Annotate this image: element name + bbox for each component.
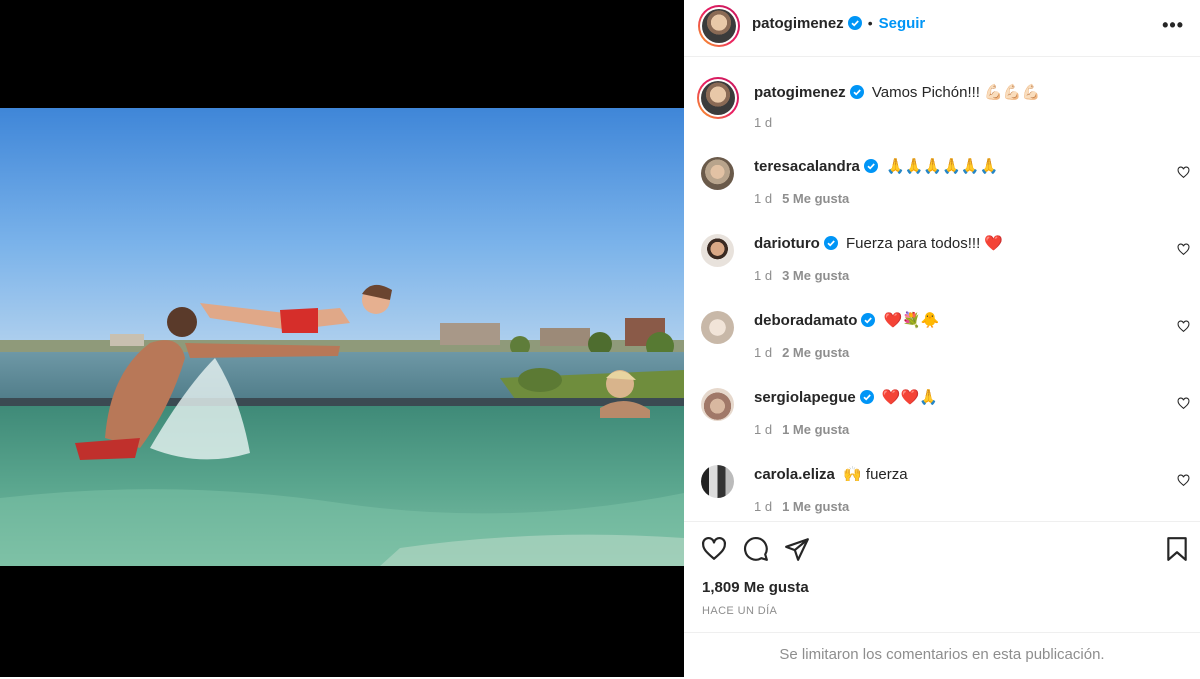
commenter-avatar[interactable] bbox=[701, 388, 734, 421]
comment-text: Fuerza para todos!!! ❤️ bbox=[846, 235, 1004, 252]
heart-icon[interactable] bbox=[701, 536, 727, 562]
comment-username[interactable]: darioturo bbox=[754, 235, 820, 252]
verified-icon bbox=[847, 16, 862, 35]
post-actions: 1,809 Me gusta HACE UN DÍA Se limitaron … bbox=[684, 521, 1200, 678]
comment-text: 🙌 fuerza bbox=[843, 466, 908, 483]
comments-list[interactable]: patogimenez Vamos Pichón!!! 💪🏻💪🏻💪🏻 1 d t… bbox=[684, 57, 1200, 521]
comment-time: 1 d bbox=[754, 499, 773, 514]
comment-likes[interactable]: 5 Me gusta bbox=[782, 191, 849, 206]
comment-item: sergiolapegue ❤️❤️🙏 1 d 1 Me gusta bbox=[684, 386, 1200, 446]
commenter-avatar[interactable] bbox=[701, 311, 734, 344]
heart-icon[interactable] bbox=[1177, 397, 1190, 410]
heart-icon[interactable] bbox=[1177, 474, 1190, 487]
heart-icon[interactable] bbox=[1177, 166, 1190, 179]
comment-text-line: carola.eliza 🙌 fuerza bbox=[754, 465, 908, 483]
bookmark-icon[interactable] bbox=[1164, 536, 1190, 562]
comment-icon[interactable] bbox=[743, 536, 769, 562]
author-avatar[interactable] bbox=[698, 5, 740, 47]
separator-dot: • bbox=[867, 15, 873, 31]
comment-time: 1 d bbox=[754, 268, 773, 283]
comment-username[interactable]: sergiolapegue bbox=[754, 389, 856, 406]
header-author-line: patogimenez • Seguir bbox=[752, 15, 925, 35]
likes-count[interactable]: 1,809 Me gusta bbox=[702, 579, 809, 596]
comment-meta: 1 d 1 Me gusta bbox=[754, 422, 849, 437]
comment-likes[interactable]: 2 Me gusta bbox=[782, 345, 849, 360]
comment-meta: 1 d 1 Me gusta bbox=[754, 499, 849, 514]
comment-text: 🙏🙏🙏🙏🙏🙏 bbox=[886, 158, 999, 175]
comment-username[interactable]: deboradamato bbox=[754, 312, 857, 329]
follow-button[interactable]: Seguir bbox=[879, 15, 926, 32]
comment-text-line: darioturo Fuerza para todos!!! ❤️ bbox=[754, 234, 1003, 254]
verified-icon bbox=[849, 85, 864, 103]
commenter-avatar[interactable] bbox=[701, 465, 734, 498]
comment-username[interactable]: teresacalandra bbox=[754, 158, 860, 175]
verified-icon bbox=[861, 313, 876, 331]
caption-text: Vamos Pichón!!! 💪🏻💪🏻💪🏻 bbox=[871, 84, 1041, 101]
verified-icon bbox=[863, 159, 878, 177]
post-caption: patogimenez Vamos Pichón!!! 💪🏻💪🏻💪🏻 1 d bbox=[684, 74, 1200, 134]
comment-meta: 1 d 3 Me gusta bbox=[754, 268, 849, 283]
comment-time: 1 d bbox=[754, 422, 773, 437]
comment-item: deboradamato ❤️💐🐥 1 d 2 Me gusta bbox=[684, 309, 1200, 369]
more-icon[interactable]: ••• bbox=[1162, 15, 1184, 36]
comment-likes[interactable]: 3 Me gusta bbox=[782, 268, 849, 283]
share-icon[interactable] bbox=[784, 536, 810, 562]
comment-time: 1 d bbox=[754, 191, 773, 206]
comment-likes[interactable]: 1 Me gusta bbox=[782, 499, 849, 514]
caption-text-line: patogimenez Vamos Pichón!!! 💪🏻💪🏻💪🏻 bbox=[754, 83, 1040, 103]
post-timestamp: HACE UN DÍA bbox=[702, 605, 778, 617]
comment-text: ❤️💐🐥 bbox=[883, 312, 940, 329]
post-media bbox=[0, 0, 684, 677]
comment-meta: 1 d 2 Me gusta bbox=[754, 345, 849, 360]
comment-text: ❤️❤️🙏 bbox=[881, 389, 938, 406]
comment-username[interactable]: carola.eliza bbox=[754, 466, 835, 483]
comment-meta: 1 d 5 Me gusta bbox=[754, 191, 849, 206]
comments-limited-notice: Se limitaron los comentarios en esta pub… bbox=[684, 632, 1200, 679]
caption-meta: 1 d bbox=[754, 115, 772, 130]
post-side-panel: patogimenez • Seguir ••• patogimenez Vamos… bbox=[684, 0, 1200, 677]
pool-scene-image bbox=[0, 108, 684, 566]
verified-icon bbox=[859, 390, 874, 408]
comment-item: carola.eliza 🙌 fuerza 1 d 1 Me gusta bbox=[684, 463, 1200, 521]
comment-item: teresacalandra 🙏🙏🙏🙏🙏🙏 1 d 5 Me gusta bbox=[684, 155, 1200, 215]
comment-text-line: teresacalandra 🙏🙏🙏🙏🙏🙏 bbox=[754, 157, 998, 177]
author-username[interactable]: patogimenez bbox=[752, 15, 844, 32]
comment-time: 1 d bbox=[754, 345, 773, 360]
commenter-avatar[interactable] bbox=[701, 234, 734, 267]
post-photo[interactable] bbox=[0, 108, 684, 566]
comment-text-line: sergiolapegue ❤️❤️🙏 bbox=[754, 388, 938, 408]
caption-time: 1 d bbox=[754, 115, 773, 130]
post-header: patogimenez • Seguir ••• bbox=[684, 0, 1200, 57]
comment-item: darioturo Fuerza para todos!!! ❤️ 1 d 3 M… bbox=[684, 232, 1200, 292]
heart-icon[interactable] bbox=[1177, 243, 1190, 256]
verified-icon bbox=[823, 236, 838, 254]
commenter-avatar[interactable] bbox=[701, 157, 734, 190]
caption-author-username[interactable]: patogimenez bbox=[754, 84, 846, 101]
caption-author-avatar[interactable] bbox=[697, 77, 739, 119]
heart-icon[interactable] bbox=[1177, 320, 1190, 333]
comment-text-line: deboradamato ❤️💐🐥 bbox=[754, 311, 940, 331]
comment-likes[interactable]: 1 Me gusta bbox=[782, 422, 849, 437]
